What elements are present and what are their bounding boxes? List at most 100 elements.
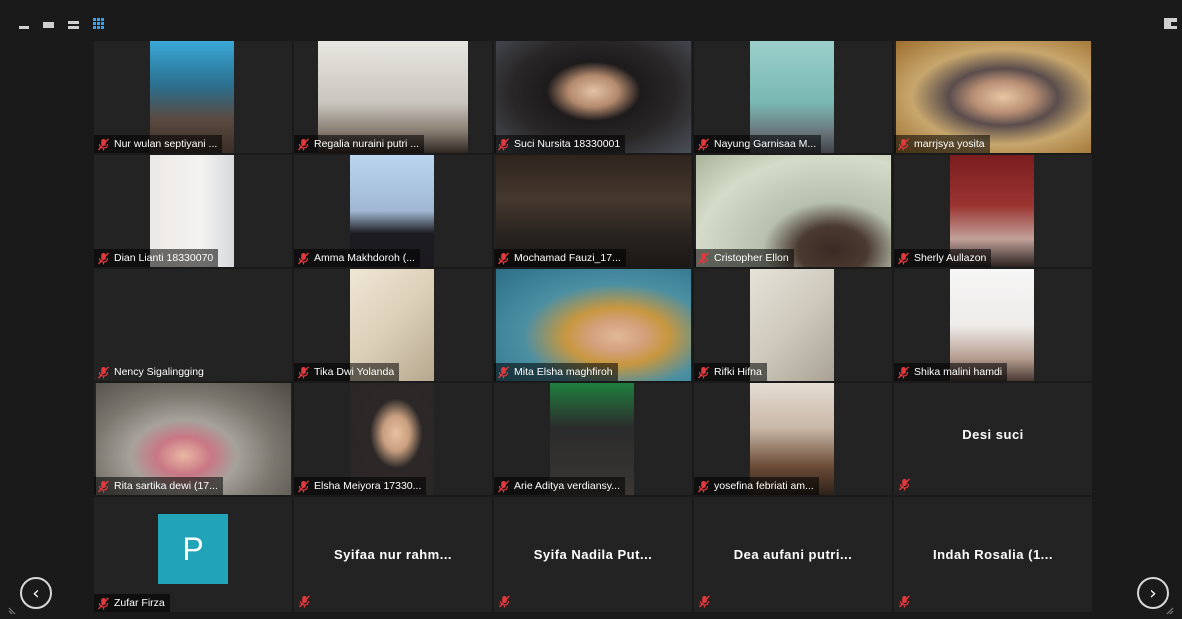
participant-name-label: Shika malini hamdi <box>894 363 1008 381</box>
participant-tile[interactable]: Amma Makhdoroh (... <box>294 155 492 267</box>
chevron-left-icon: ‹ <box>32 582 40 604</box>
mic-muted-icon <box>898 595 911 608</box>
avatar: P <box>158 514 228 584</box>
participant-name-label: Regalia nuraini putri ... <box>294 135 425 153</box>
participant-name-label: Tika Dwi Yolanda <box>294 363 400 381</box>
participant-name: Amma Makhdoroh (... <box>314 252 415 264</box>
participant-name: Elsha Meiyora 17330... <box>314 480 422 492</box>
participant-name-center: Desi suci <box>962 427 1024 442</box>
mic-muted-icon <box>297 365 310 378</box>
participant-tile[interactable]: yosefina febriati am... <box>694 383 892 495</box>
mic-muted-icon <box>497 365 510 378</box>
participant-name-center: Syifaa nur rahm... <box>333 547 453 562</box>
mic-muted-icon <box>97 251 110 264</box>
participant-tile[interactable]: Indah Rosalia (1... <box>894 497 1092 612</box>
participant-grid: Nur wulan septiyani ... Regalia nuraini p… <box>94 41 1094 612</box>
participant-tile[interactable]: P Zufar Firza <box>94 497 292 612</box>
participant-name: Nayung Garnisaa M... <box>714 138 817 150</box>
single-speaker-view-icon[interactable] <box>43 18 55 30</box>
participant-tile[interactable]: Nayung Garnisaa M... <box>694 41 892 153</box>
mic-muted-icon <box>897 365 910 378</box>
participant-tile[interactable]: Nency Sigalingging <box>94 269 292 381</box>
mic-muted-icon <box>97 365 110 378</box>
resize-corner-icon[interactable] <box>1164 605 1174 615</box>
participant-tile[interactable]: Regalia nuraini putri ... <box>294 41 492 153</box>
mic-muted-icon <box>497 479 510 492</box>
layout-toggle-icon[interactable] <box>1164 18 1177 29</box>
participant-name: Dian Lianti 18330070 <box>114 252 214 264</box>
participant-name-label: Rita sartika dewi (17... <box>94 477 223 495</box>
participant-name-label: Cristopher Ellon <box>694 249 794 267</box>
participant-name: Cristopher Ellon <box>714 252 789 264</box>
minimize-view-icon[interactable] <box>19 18 30 30</box>
participant-tile[interactable]: Dian Lianti 18330070 <box>94 155 292 267</box>
participant-name: Nur wulan septiyani ... <box>114 138 218 150</box>
participant-tile[interactable]: Tika Dwi Yolanda <box>294 269 492 381</box>
prev-page-button[interactable]: ‹ <box>20 577 52 609</box>
participant-tile[interactable]: Cristopher Ellon <box>694 155 892 267</box>
mic-muted-icon <box>897 137 910 150</box>
participant-tile[interactable]: Mita Elsha maghfiroh <box>494 269 692 381</box>
participant-name: Tika Dwi Yolanda <box>314 366 395 378</box>
participant-tile[interactable]: Nur wulan septiyani ... <box>94 41 292 153</box>
mic-muted-icon <box>97 137 110 150</box>
participant-name-label: Elsha Meiyora 17330... <box>294 477 427 495</box>
participant-name-label: Mochamad Fauzi_17... <box>494 249 626 267</box>
chevron-right-icon: › <box>1149 582 1157 604</box>
participant-name-label: Nayung Garnisaa M... <box>694 135 822 153</box>
meeting-window: Nur wulan septiyani ... Regalia nuraini p… <box>0 0 1182 619</box>
participant-name: Suci Nursita 18330001 <box>514 138 621 150</box>
participant-name: Sherly Aullazon <box>914 252 987 264</box>
participant-name: yosefina febriati am... <box>714 480 814 492</box>
two-row-view-icon[interactable] <box>68 18 80 30</box>
mic-muted-icon <box>297 251 310 264</box>
gallery-view-icon[interactable] <box>93 18 105 30</box>
mic-muted-icon <box>497 251 510 264</box>
participant-name-label: Suci Nursita 18330001 <box>494 135 626 153</box>
participant-name-label: Nur wulan septiyani ... <box>94 135 223 153</box>
participant-tile[interactable]: Dea aufani putri... <box>694 497 892 612</box>
participant-name-label: Amma Makhdoroh (... <box>294 249 420 267</box>
participant-tile[interactable]: Rita sartika dewi (17... <box>94 383 292 495</box>
participant-name-label: Dian Lianti 18330070 <box>94 249 219 267</box>
mic-muted-icon <box>298 595 311 608</box>
participant-name: Rita sartika dewi (17... <box>114 480 218 492</box>
mic-muted-icon <box>697 479 710 492</box>
participant-name: Rifki Hifna <box>714 366 762 378</box>
participant-tile[interactable]: Elsha Meiyora 17330... <box>294 383 492 495</box>
resize-corner-icon[interactable] <box>8 605 18 615</box>
mic-muted-icon <box>897 251 910 264</box>
participant-name-label: Rifki Hifna <box>694 363 767 381</box>
participant-tile[interactable]: Arie Aditya verdiansy... <box>494 383 692 495</box>
participant-name-center: Indah Rosalia (1... <box>932 547 1054 562</box>
mic-muted-icon <box>297 137 310 150</box>
participant-name: Arie Aditya verdiansy... <box>514 480 621 492</box>
mic-muted-icon <box>498 595 511 608</box>
participant-name: Nency Sigalingging <box>114 366 204 378</box>
participant-tile[interactable]: Desi suci <box>894 383 1092 495</box>
mic-muted-icon <box>697 365 710 378</box>
mic-muted-icon <box>697 251 710 264</box>
participant-name: marrjsya yosita <box>914 138 985 150</box>
participant-tile[interactable]: Mochamad Fauzi_17... <box>494 155 692 267</box>
mic-muted-icon <box>898 478 911 491</box>
participant-name-label: Sherly Aullazon <box>894 249 992 267</box>
participant-name-center: Dea aufani putri... <box>733 547 853 562</box>
participant-name-center: Syifa Nadila Put... <box>533 547 653 562</box>
participant-name: Regalia nuraini putri ... <box>314 138 420 150</box>
participant-tile[interactable]: Suci Nursita 18330001 <box>494 41 692 153</box>
participant-name-label: marrjsya yosita <box>894 135 990 153</box>
participant-tile[interactable]: Rifki Hifna <box>694 269 892 381</box>
participant-name: Mita Elsha maghfiroh <box>514 366 613 378</box>
participant-tile[interactable]: Sherly Aullazon <box>894 155 1092 267</box>
participant-tile[interactable]: marrjsya yosita <box>894 41 1092 153</box>
participant-name-label: yosefina febriati am... <box>694 477 819 495</box>
mic-muted-icon <box>697 137 710 150</box>
participant-tile[interactable]: Syifa Nadila Put... <box>494 497 692 612</box>
participant-tile[interactable]: Shika malini hamdi <box>894 269 1092 381</box>
mic-muted-icon <box>97 596 110 609</box>
participant-tile[interactable]: Syifaa nur rahm... <box>294 497 492 612</box>
participant-name-label: Nency Sigalingging <box>94 363 209 381</box>
participant-name: Shika malini hamdi <box>914 366 1003 378</box>
mic-muted-icon <box>297 479 310 492</box>
